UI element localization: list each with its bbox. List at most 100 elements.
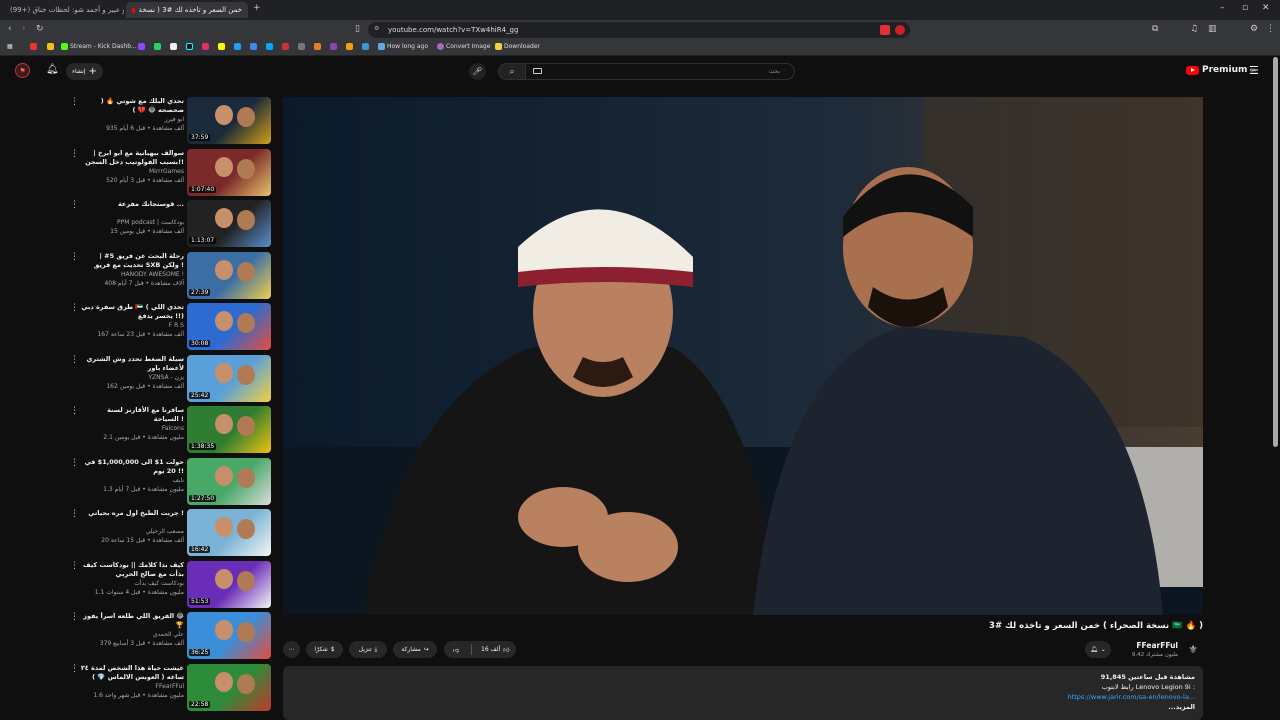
bookmark-item[interactable] <box>154 43 161 50</box>
more-options-icon[interactable]: ⋮ <box>70 612 79 622</box>
bookmark-icon[interactable]: ▯ <box>355 24 360 34</box>
more-options-icon[interactable]: ⋮ <box>70 355 79 365</box>
more-options-icon[interactable]: ⋮ <box>70 406 79 416</box>
bookmark-item[interactable] <box>266 43 273 50</box>
search-input[interactable]: بحث <box>525 63 795 80</box>
recommendation-item[interactable]: 1:27:50 حولت 1$ الى 1,000,000$ في 20 يوم … <box>60 457 272 508</box>
share-button[interactable]: مشاركة ↪ <box>393 641 437 658</box>
more-options-icon[interactable]: ⋮ <box>70 303 79 313</box>
hamburger-menu-icon[interactable]: ☰ <box>1249 64 1259 77</box>
description-link[interactable]: https://www.jarir.com/sa-en/lenovo-la... <box>283 692 1195 702</box>
recommendation-title[interactable]: سافرنا مع الأقارنز لسنة السياحة ! <box>80 406 184 424</box>
recommendation-item[interactable]: 27:39 رحلة البحث عن فريق 5# | تحديث مع فر… <box>60 251 272 302</box>
recommendation-channel[interactable]: PPM podcast | بودكاست <box>80 219 184 226</box>
create-button[interactable]: إنشاء + <box>66 63 103 80</box>
extension-icon[interactable] <box>880 25 890 35</box>
youtube-premium-logo[interactable]: Premium SA <box>1186 65 1256 75</box>
bookmark-item[interactable] <box>30 43 37 50</box>
recommendation-channel[interactable]: بودكاست كيف بدأت <box>80 580 184 587</box>
recommendation-item[interactable]: 36:25 الفريق اللي طلعه اسرأ يفوز 😂 🏆 علي ا… <box>60 612 272 662</box>
subscribed-button[interactable]: 🔔︎ ⌄ <box>1085 641 1111 658</box>
recommendation-title[interactable]: جربت الطبخ اول مره بحياتي ! <box>80 509 184 518</box>
recommendation-item[interactable]: 51:53 كيف بدا كلامك || بودكاست كيف بدأت م… <box>60 560 272 611</box>
recommendation-title[interactable]: رحلة البحث عن فريق 5# | تحديث مع فريق SX… <box>80 252 184 270</box>
thanks-button[interactable]: شكرًا $ <box>306 641 343 658</box>
bookmark-kick[interactable]: Stream - Kick Dashb... <box>61 43 137 50</box>
recommendation-item[interactable]: 37:59 تحدي البلك مع شوتي 🔥 ( صحصحه 😂 💔 ) ا… <box>60 97 272 147</box>
recommendation-title[interactable]: كيف بدا كلامك || بودكاست كيف بدأت مع صال… <box>80 561 184 579</box>
extensions-icon[interactable]: ⧉ <box>1152 24 1158 34</box>
browser-tab[interactable]: (99+) أبو عبير و أحمد شو: لحظات خناق <box>4 2 124 18</box>
close-icon[interactable]: ✕ <box>1262 3 1270 13</box>
keyboard-icon[interactable] <box>533 68 542 74</box>
sidebar-icon[interactable]: ▥ <box>1208 24 1217 34</box>
show-more[interactable]: ...المزيد <box>283 702 1195 712</box>
bookmark-how-long-ago[interactable]: How long ago <box>378 43 428 50</box>
bookmark-item[interactable] <box>138 43 145 50</box>
recommendation-title[interactable]: عيشت حياة هذا الشخص لمدة ٢٤ ساعه ( العوب… <box>80 664 184 682</box>
recommendation-title[interactable]: تحدي البلك مع شوتي 🔥 ( صحصحه 😂 💔 ) <box>80 97 184 115</box>
recommendation-channel[interactable]: YZNSA - يزن <box>80 374 184 381</box>
forward-icon[interactable]: › <box>22 24 26 34</box>
bookmark-item[interactable] <box>202 43 209 50</box>
channel-avatar[interactable]: ⚜ <box>1184 640 1202 658</box>
recommendation-channel[interactable]: علي الحمدي <box>80 631 184 638</box>
bookmark-item[interactable] <box>186 43 193 50</box>
browser-tab-active[interactable]: خمن السعر و تاخذه لك #3 ( نسخة <box>126 2 248 18</box>
maximize-icon[interactable]: ▫ <box>1242 3 1248 13</box>
recommendation-item[interactable]: 30:08 طرق سفرة دبي 🇦🇪 ( تحدي اللي يخسر يد… <box>60 303 272 353</box>
recommendation-title[interactable]: سيلة الضغط تحدد وش الشتري لأعضاء باور <box>80 355 184 373</box>
bookmark-item[interactable] <box>218 43 225 50</box>
more-options-icon[interactable]: ⋮ <box>70 664 79 674</box>
recommendation-title[interactable]: الفريق اللي طلعه اسرأ يفوز 😂 🏆 <box>80 612 184 630</box>
avatar[interactable]: ⚑ <box>15 63 30 78</box>
recommendation-channel[interactable]: نايف <box>80 477 184 484</box>
music-icon[interactable]: ♫ <box>1190 24 1198 34</box>
page-scrollbar[interactable] <box>1273 57 1278 447</box>
bookmark-item[interactable] <box>282 43 289 50</box>
more-options-icon[interactable]: ⋮ <box>70 561 79 571</box>
back-icon[interactable]: ‹ <box>8 24 12 34</box>
notifications-bell-icon[interactable]: 🔔︎ <box>46 64 59 75</box>
bookmark-downloader[interactable]: Downloader <box>495 43 540 50</box>
recommendation-title[interactable]: قوسنجانك مفرعة ... <box>80 200 184 209</box>
bookmark-item[interactable] <box>250 43 257 50</box>
recommendation-channel[interactable]: ابو فيرز <box>80 116 184 123</box>
recommendation-channel[interactable]: HANODY AWESOME ! <box>80 271 184 278</box>
recommendation-item[interactable]: 22:58 عيشت حياة هذا الشخص لمدة ٢٤ ساعه ( … <box>60 663 272 714</box>
bookmark-item[interactable] <box>346 43 353 50</box>
settings-icon[interactable]: ⚙ <box>1250 24 1258 34</box>
bookmark-item[interactable] <box>330 43 337 50</box>
more-options-icon[interactable]: ⋮ <box>70 458 79 468</box>
bookmark-item[interactable] <box>234 43 241 50</box>
channel-name[interactable]: FFearFFul <box>1115 641 1178 650</box>
recommendation-item[interactable]: 25:42 سيلة الضغط تحدد وش الشتري لأعضاء با… <box>60 354 272 405</box>
recommendation-item[interactable]: 1:13:07 قوسنجانك مفرعة ... PPM podcast | ب… <box>60 200 272 250</box>
video-player[interactable] <box>283 97 1203 615</box>
recommendation-channel[interactable]: MirrrGames <box>80 168 184 175</box>
more-options-icon[interactable]: ⋮ <box>70 200 79 210</box>
more-options-icon[interactable]: ⋮ <box>70 509 79 519</box>
search-button[interactable]: ⌕ <box>498 63 526 80</box>
recommendation-title[interactable]: سوالف ببهيانية مع ابو ابرخ | بسبب الفولو… <box>80 149 184 167</box>
more-options-icon[interactable]: ⋮ <box>70 149 79 159</box>
extension-icon[interactable] <box>895 25 905 35</box>
like-button[interactable]: 16 ألف 👍︎ <box>475 646 510 654</box>
recommendation-channel[interactable]: مصعب الرحيلي <box>80 528 184 535</box>
dislike-button[interactable]: 👎︎ <box>444 646 468 654</box>
url-field[interactable]: ⚙ youtube.com/watch?v=TXw4hiR4_gg <box>368 22 910 38</box>
reload-icon[interactable]: ↻ <box>36 24 44 34</box>
site-info-icon[interactable]: ⚙ <box>374 25 379 32</box>
apps-icon[interactable]: ▦ <box>7 43 13 50</box>
recommendation-item[interactable]: 1:07:40 سوالف ببهيانية مع ابو ابرخ | بسبب… <box>60 148 272 199</box>
download-button[interactable]: تنزيل ⤓ <box>349 641 387 658</box>
more-actions-button[interactable]: ⋯ <box>283 641 300 658</box>
recommendation-item[interactable]: 16:42 جربت الطبخ اول مره بحياتي ! مصعب الر… <box>60 509 272 559</box>
bookmark-convert-image[interactable]: Convert Image <box>437 43 490 50</box>
recommendation-title[interactable]: حولت 1$ الى 1,000,000$ في 20 يوم !! <box>80 458 184 476</box>
menu-icon[interactable]: ⋮ <box>1266 24 1275 34</box>
new-tab-icon[interactable]: + <box>253 3 261 13</box>
bookmark-item[interactable] <box>362 43 369 50</box>
voice-search-icon[interactable]: 🎤︎ <box>469 63 486 80</box>
recommendation-title[interactable]: طرق سفرة دبي 🇦🇪 ( تحدي اللي يخسر يدفع !!… <box>80 303 184 321</box>
